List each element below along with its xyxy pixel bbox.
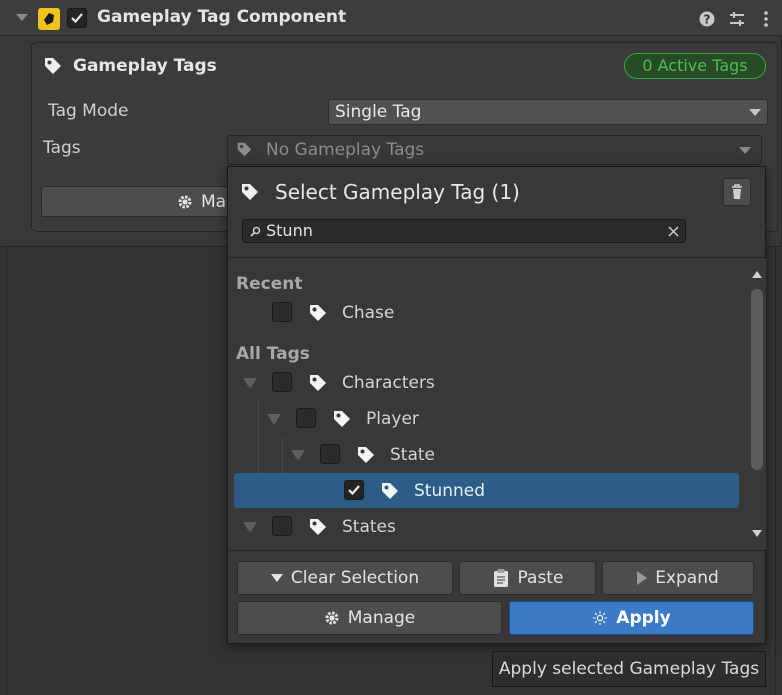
active-tags-badge: 0 Active Tags <box>624 53 766 79</box>
expand-arrow-icon[interactable] <box>291 450 305 461</box>
recent-item-checkbox[interactable] <box>272 302 292 322</box>
paste-label: Paste <box>517 568 564 588</box>
scroll-up-icon[interactable] <box>752 271 762 278</box>
component-title: Gameplay Tag Component <box>97 7 347 27</box>
tag-icon <box>380 481 400 501</box>
chevron-down-icon <box>270 574 283 582</box>
trash-icon <box>732 184 742 199</box>
tag-mode-label: Tag Mode <box>48 101 129 121</box>
apply-button[interactable]: Apply <box>509 601 754 635</box>
recent-item-label[interactable]: Chase <box>342 303 394 323</box>
gear-icon <box>325 611 339 625</box>
tree-item-checkbox[interactable] <box>320 444 340 464</box>
card-title: Gameplay Tags <box>73 56 217 76</box>
clear-search-icon[interactable] <box>668 226 679 237</box>
tree-item-checkbox[interactable] <box>272 516 292 536</box>
tag-icon <box>236 141 253 158</box>
search-icon <box>250 226 261 237</box>
all-tags-header: All Tags <box>236 344 310 364</box>
manage-button[interactable]: Manage <box>237 601 502 635</box>
divider <box>775 247 776 695</box>
presets-icon[interactable] <box>729 11 745 27</box>
expand-arrow-icon[interactable] <box>267 414 281 425</box>
manage-button-label: Ma <box>201 191 227 212</box>
search-value: Stunn <box>266 221 313 240</box>
scrollbar-thumb[interactable] <box>751 289 763 470</box>
tag-icon <box>43 56 63 76</box>
tree-item-label[interactable]: Player <box>366 409 419 429</box>
popup-title: Select Gameplay Tag (1) <box>275 180 520 204</box>
recent-header: Recent <box>236 274 303 294</box>
play-icon <box>637 571 648 585</box>
svg-text:?: ? <box>704 13 711 27</box>
tag-icon <box>356 445 376 465</box>
clear-selection-button[interactable]: Clear Selection <box>237 561 453 595</box>
tags-dropdown[interactable]: No Gameplay Tags <box>227 135 762 165</box>
scroll-down-icon[interactable] <box>752 530 762 537</box>
manage-button[interactable]: Ma <box>41 186 241 217</box>
expand-arrow-icon[interactable] <box>243 378 257 389</box>
tree-item-label[interactable]: Characters <box>342 373 435 393</box>
tag-icon <box>308 373 328 393</box>
component-enabled-checkbox[interactable] <box>67 8 87 28</box>
tag-icon <box>240 182 260 202</box>
divider <box>228 257 765 258</box>
tree-item-label[interactable]: State <box>390 445 435 465</box>
paste-button[interactable]: Paste <box>459 561 596 595</box>
foldout-arrow-icon[interactable] <box>16 14 28 21</box>
selected-tree-row[interactable] <box>234 473 739 508</box>
expand-arrow-icon[interactable] <box>243 522 257 533</box>
tag-icon <box>332 409 352 429</box>
tag-icon <box>308 303 328 323</box>
expand-label: Expand <box>655 568 719 588</box>
expand-button[interactable]: Expand <box>602 561 754 595</box>
manage-label: Manage <box>347 608 416 628</box>
sun-icon <box>593 611 608 625</box>
tree-item-checkbox[interactable] <box>272 372 292 392</box>
search-input[interactable]: Stunn <box>242 219 686 243</box>
checkmark-icon <box>348 485 360 496</box>
chevron-down-icon <box>749 109 761 116</box>
clipboard-icon <box>493 569 508 587</box>
divider <box>6 247 7 695</box>
component-icon <box>38 8 60 30</box>
clear-all-button[interactable] <box>723 178 751 206</box>
apply-tooltip: Apply selected Gameplay Tags <box>492 651 766 687</box>
tree-item-checkbox[interactable] <box>296 408 316 428</box>
tags-value: No Gameplay Tags <box>266 140 425 160</box>
tag-mode-dropdown[interactable]: Single Tag <box>328 99 768 125</box>
chevron-down-icon <box>739 147 751 154</box>
clear-selection-label: Clear Selection <box>290 568 420 588</box>
tags-label: Tags <box>43 138 81 158</box>
gear-icon <box>178 195 192 208</box>
context-menu-icon[interactable] <box>763 10 769 28</box>
divider <box>228 550 765 551</box>
tag-icon <box>308 517 328 537</box>
tag-mode-value: Single Tag <box>335 102 422 122</box>
tree-item-label[interactable]: Stunned <box>414 481 485 501</box>
tree-item-checkbox[interactable] <box>344 480 364 500</box>
tree-item-label[interactable]: States <box>342 517 396 537</box>
help-icon[interactable]: ? <box>699 11 715 27</box>
apply-label: Apply <box>616 608 671 628</box>
